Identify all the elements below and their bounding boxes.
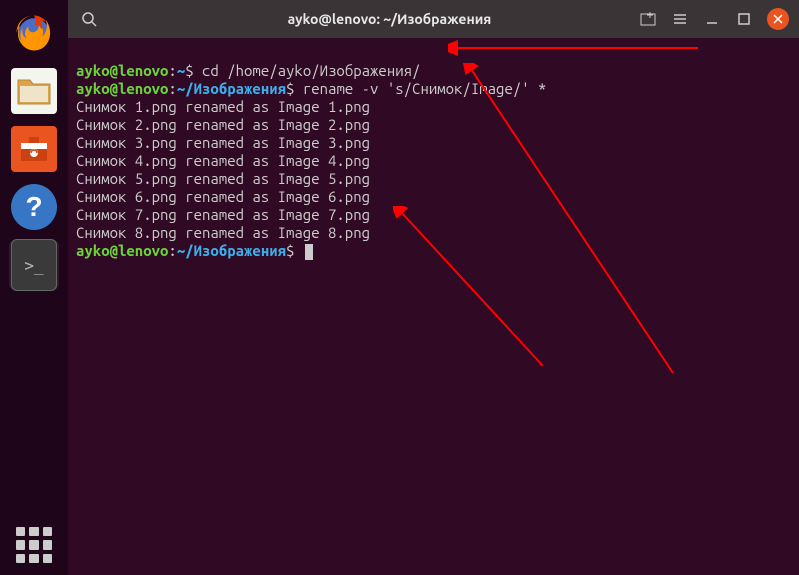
- terminal-window: ayko@lenovo: ~/Изображения ayko@lenovo:~…: [68, 0, 799, 575]
- launcher-terminal[interactable]: >_: [9, 240, 59, 290]
- output-line: Снимок 7.png renamed as Image 7.png: [76, 206, 370, 223]
- show-applications-icon[interactable]: [16, 527, 52, 563]
- terminal-icon: >_: [11, 239, 57, 291]
- maximize-icon[interactable]: [735, 10, 753, 28]
- prompt-user: ayko@lenovo: [76, 62, 168, 79]
- cursor: [305, 244, 313, 260]
- annotation-arrow-2: [463, 63, 683, 383]
- new-tab-icon[interactable]: [639, 10, 657, 28]
- prompt-user: ayko@lenovo: [76, 242, 168, 259]
- output-line: Снимок 2.png renamed as Image 2.png: [76, 116, 370, 133]
- window-controls: [639, 8, 789, 30]
- help-icon: ?: [11, 184, 57, 230]
- output-line: Снимок 4.png renamed as Image 4.png: [76, 152, 370, 169]
- prompt-user: ayko@lenovo: [76, 80, 168, 97]
- prompt-path: /Изображения: [185, 80, 286, 97]
- output-line: Снимок 3.png renamed as Image 3.png: [76, 134, 370, 151]
- launcher-firefox[interactable]: [9, 8, 59, 58]
- annotation-arrow-3: [393, 206, 553, 376]
- hamburger-menu-icon[interactable]: [671, 10, 689, 28]
- firefox-icon: [11, 10, 57, 56]
- close-icon[interactable]: [767, 8, 789, 30]
- files-icon: [11, 68, 57, 114]
- launcher-files[interactable]: [9, 66, 59, 116]
- command-1: cd /home/ayko/Изображения/: [202, 62, 420, 79]
- software-icon: [11, 126, 57, 172]
- prompt-path: /Изображения: [185, 242, 286, 259]
- output-line: Снимок 6.png renamed as Image 6.png: [76, 188, 370, 205]
- titlebar[interactable]: ayko@lenovo: ~/Изображения: [68, 0, 799, 38]
- launcher: ? >_: [0, 0, 68, 575]
- output-line: Снимок 8.png renamed as Image 8.png: [76, 224, 370, 241]
- terminal-output[interactable]: ayko@lenovo:~$ cd /home/ayko/Изображения…: [68, 38, 799, 575]
- launcher-help[interactable]: ?: [9, 182, 59, 232]
- launcher-software[interactable]: [9, 124, 59, 174]
- minimize-icon[interactable]: [703, 10, 721, 28]
- prompt-path: ~: [177, 62, 185, 79]
- output-line: Снимок 5.png renamed as Image 5.png: [76, 170, 370, 187]
- command-2: rename -v 's/Снимок/Image/' *: [303, 80, 547, 97]
- output-line: Снимок 1.png renamed as Image 1.png: [76, 98, 370, 115]
- window-title: ayko@lenovo: ~/Изображения: [140, 11, 639, 27]
- annotation-arrow-1: [448, 38, 708, 56]
- search-icon[interactable]: [78, 8, 100, 30]
